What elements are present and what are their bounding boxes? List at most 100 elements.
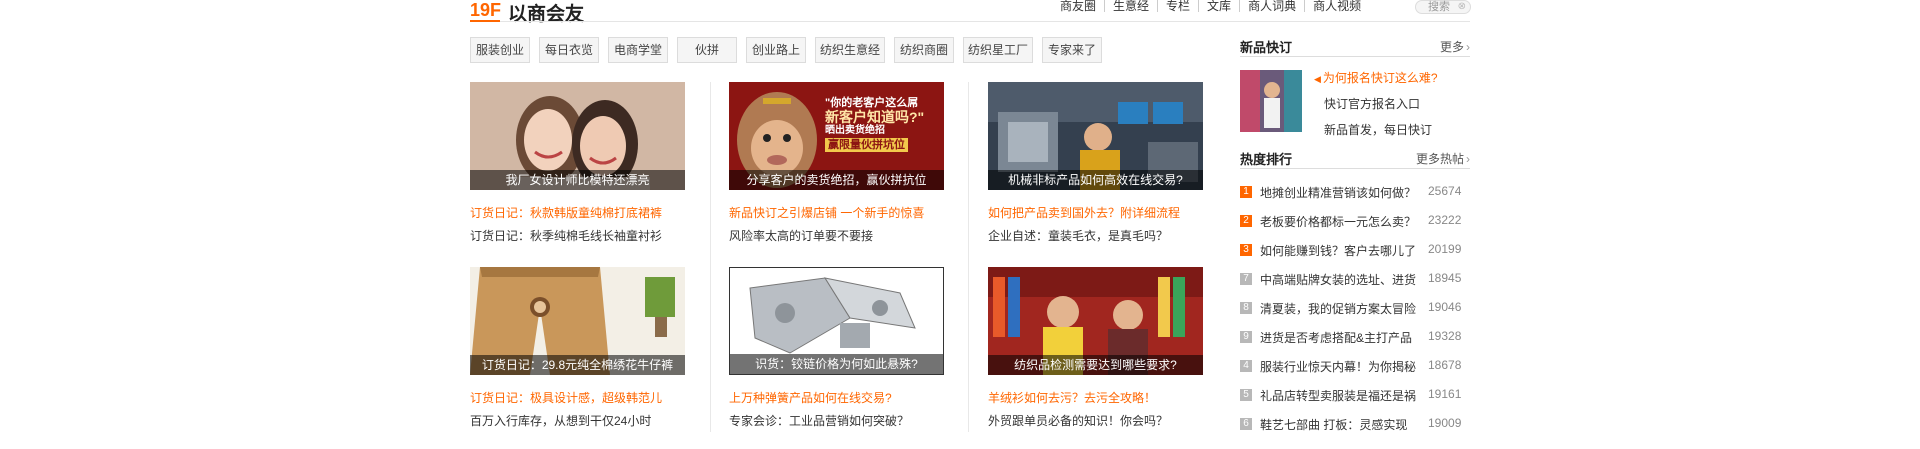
image-caption[interactable]: 订货日记：29.8元纯全棉绣花牛仔裤 <box>470 355 685 375</box>
ranking-title[interactable]: 如何能赚到钱？客户去哪儿了 <box>1260 242 1422 259</box>
ranking-title[interactable]: 服装行业惊天内幕！为你揭秘 <box>1260 358 1422 375</box>
rank-badge: 4 <box>1240 360 1252 372</box>
kuaiding-link-label: 为何报名快订这么难? <box>1322 71 1438 85</box>
more-link[interactable]: 更多 › <box>1440 38 1470 55</box>
article-link[interactable]: 外贸跟单员必备的知识！你会吗？ <box>988 412 1168 429</box>
rank-badge: 5 <box>1240 389 1252 401</box>
article-image[interactable]: 纺织品检测需要达到哪些要求? <box>988 267 1203 375</box>
tag-meiri[interactable]: 每日衣览 <box>539 37 599 63</box>
ranking-list: 1 地摊创业精准营销该如何做？ 25674 2 老板要价格都标一元怎么卖？ 23… <box>1240 184 1470 445</box>
rank-badge: 7 <box>1240 273 1252 285</box>
view-count: 23222 <box>1428 213 1462 227</box>
article-link[interactable]: 新品快订之引爆店铺 一个新手的惊喜 <box>729 204 924 221</box>
header-link-shengyijing[interactable]: 生意经 <box>1104 0 1157 12</box>
tag-fangzhi-xinggongchang[interactable]: 纺织星工厂 <box>963 37 1033 63</box>
ranking-item[interactable]: 2 老板要价格都标一元怎么卖？ 23222 <box>1240 213 1470 242</box>
kuaiding-thumbnail[interactable] <box>1240 70 1302 132</box>
header-links: 商友圈 生意经 专栏 文库 商人词典 商人视频 <box>1060 0 1369 16</box>
rank-badge: 6 <box>1240 418 1252 430</box>
view-count: 20199 <box>1428 242 1462 256</box>
floor-header: 19F 以商会友 商友圈 生意经 专栏 文库 商人词典 商人视频 搜索 ⊗ <box>470 0 1471 25</box>
ranking-item[interactable]: 6 鞋艺七部曲 打板：灵感实现 19009 <box>1240 416 1470 445</box>
header-link-cidian[interactable]: 商人词典 <box>1239 0 1304 12</box>
article-link[interactable]: 专家会诊：工业品营销如何突破？ <box>729 412 909 429</box>
rank-badge: 8 <box>1240 302 1252 314</box>
close-icon[interactable]: ⊗ <box>1458 1 1466 13</box>
ranking-item[interactable]: 4 服装行业惊天内幕！为你揭秘 18678 <box>1240 358 1470 387</box>
view-count: 18945 <box>1428 271 1462 285</box>
view-count: 19328 <box>1428 329 1462 343</box>
ranking-item[interactable]: 9 进货是否考虑搭配&主打产品 19328 <box>1240 329 1470 358</box>
article-image[interactable]: 我厂女设计师比模特还漂亮 <box>470 82 685 190</box>
article-link[interactable]: 订货日记：秋款韩版童纯棉打底裙裤 <box>470 204 662 221</box>
section-title: 新品快订 <box>1240 40 1293 55</box>
divider <box>470 21 1470 22</box>
ranking-title[interactable]: 进货是否考虑搭配&主打产品 <box>1260 329 1422 346</box>
header-link-zhuanlan[interactable]: 专栏 <box>1157 0 1198 12</box>
tag-fuzhuang[interactable]: 服装创业 <box>470 37 530 63</box>
kuaiding-link[interactable]: ◀ 为何报名快订这么难? <box>1314 69 1438 95</box>
article-link[interactable]: 企业自述：童装毛衣，是真毛吗？ <box>988 227 1168 244</box>
tag-huopin[interactable]: 伙拼 <box>677 37 737 63</box>
triangle-left-icon: ◀ <box>1314 74 1321 84</box>
article-image[interactable]: 订货日记：29.8元纯全棉绣花牛仔裤 <box>470 267 685 375</box>
ranking-item[interactable]: 8 清夏装，我的促销方案太冒险 19046 <box>1240 300 1470 329</box>
rank-badge: 9 <box>1240 331 1252 343</box>
ranking-title[interactable]: 老板要价格都标一元怎么卖？ <box>1260 213 1422 230</box>
header-link-shipin[interactable]: 商人视频 <box>1304 0 1369 12</box>
tag-bar: 服装创业 每日衣览 电商学堂 伙拼 创业路上 纺织生意经 纺织商圈 纺织星工厂 … <box>470 37 1111 63</box>
article-link[interactable]: 百万入行库存，从想到干仅24小时 <box>470 412 651 429</box>
kuaiding-links: ◀ 为何报名快订这么难? 快订官方报名入口 新品首发，每日快订 <box>1314 69 1438 147</box>
rank-badge: 2 <box>1240 215 1252 227</box>
kuaiding-link[interactable]: 快订官方报名入口 <box>1324 95 1438 121</box>
ranking-title[interactable]: 鞋艺七部曲 打板：灵感实现 <box>1260 416 1422 433</box>
article-link[interactable]: 如何把产品卖到国外去？附详细流程 <box>988 204 1180 221</box>
article-image[interactable]: 识货：铰链价格为何如此悬殊? <box>729 267 944 375</box>
article-link[interactable]: 订货日记：极具设计感，超级韩范儿 <box>470 389 662 406</box>
image-caption[interactable]: 我厂女设计师比模特还漂亮 <box>470 170 685 190</box>
kuaiding-link[interactable]: 新品首发，每日快订 <box>1324 121 1438 147</box>
tag-fangzhi-shengyijing[interactable]: 纺织生意经 <box>815 37 885 63</box>
article-card: 我厂女设计师比模特还漂亮 订货日记：秋款韩版童纯棉打底裙裤 订货日记：秋季纯棉毛… <box>470 82 685 243</box>
article-link[interactable]: 上万种弹簧产品如何在线交易? <box>729 389 892 406</box>
header-link-shangyouquan[interactable]: 商友圈 <box>1060 0 1104 12</box>
tag-dianshang[interactable]: 电商学堂 <box>608 37 668 63</box>
article-link[interactable]: 羊绒衫如何去污？去污全攻略！ <box>988 389 1156 406</box>
tag-zhuanjia[interactable]: 专家来了 <box>1042 37 1102 63</box>
article-image[interactable]: "你的老客户这么屌 新客户知道吗?" 晒出卖货绝招 赢限量伙拼坑位 分享客户的卖… <box>729 82 944 190</box>
banner-line: 新客户知道吗?" <box>825 109 925 125</box>
view-count: 18678 <box>1428 358 1462 372</box>
article-card: "你的老客户这么屌 新客户知道吗?" 晒出卖货绝招 赢限量伙拼坑位 分享客户的卖… <box>729 82 944 243</box>
view-count: 19009 <box>1428 416 1462 430</box>
tag-fangzhi-shangquan[interactable]: 纺织商圈 <box>894 37 954 63</box>
ranking-item[interactable]: 5 礼品店转型卖服装是福还是祸 19161 <box>1240 387 1470 416</box>
image-caption[interactable]: 分享客户的卖货绝招，赢伙拼抗位 <box>729 170 944 190</box>
article-link[interactable]: 订货日记：秋季纯棉毛线长袖童衬衫 <box>470 227 662 244</box>
ranking-item[interactable]: 3 如何能赚到钱？客户去哪儿了 20199 <box>1240 242 1470 271</box>
ranking-title[interactable]: 地摊创业精准营销该如何做？ <box>1260 184 1422 201</box>
sidebar: 新品快订 更多 › ◀ 为何报名快订这么难? 快订官方报名入口 新品首发，每日快订 … <box>1240 37 1470 432</box>
floor-section: 19F 以商会友 商友圈 生意经 专栏 文库 商人词典 商人视频 搜索 ⊗ 服装… <box>470 0 1471 449</box>
article-link[interactable]: 风险率太高的订单要不要接 <box>729 227 873 244</box>
ranking-title[interactable]: 清夏装，我的促销方案太冒险 <box>1260 300 1422 317</box>
image-caption[interactable]: 识货：铰链价格为何如此悬殊? <box>730 354 943 374</box>
image-caption[interactable]: 纺织品检测需要达到哪些要求? <box>988 355 1203 375</box>
divider <box>968 82 969 432</box>
article-image[interactable]: 机械非标产品如何高效在线交易? <box>988 82 1203 190</box>
section-title: 热度排行 <box>1240 152 1293 167</box>
ranking-title[interactable]: 中高端贴牌女装的选址、进货 <box>1260 271 1422 288</box>
ranking-item[interactable]: 7 中高端贴牌女装的选址、进货 18945 <box>1240 271 1470 300</box>
search-input[interactable]: 搜索 ⊗ <box>1415 0 1471 14</box>
chevron-right-icon: › <box>1466 152 1470 166</box>
tag-chuangye[interactable]: 创业路上 <box>746 37 806 63</box>
more-link[interactable]: 更多热帖 › <box>1416 150 1470 167</box>
ranking-title[interactable]: 礼品店转型卖服装是福还是祸 <box>1260 387 1422 404</box>
floor-title[interactable]: 以商会友 <box>508 0 584 26</box>
header-link-wenku[interactable]: 文库 <box>1198 0 1239 12</box>
accent-underline <box>470 20 500 22</box>
article-card: 订货日记：29.8元纯全棉绣花牛仔裤 订货日记：极具设计感，超级韩范儿 百万入行… <box>470 267 685 428</box>
ranking-header: 热度排行 更多热帖 › <box>1240 149 1470 169</box>
view-count: 25674 <box>1428 184 1462 198</box>
ranking-item[interactable]: 1 地摊创业精准营销该如何做？ 25674 <box>1240 184 1470 213</box>
image-caption[interactable]: 机械非标产品如何高效在线交易? <box>988 170 1203 190</box>
